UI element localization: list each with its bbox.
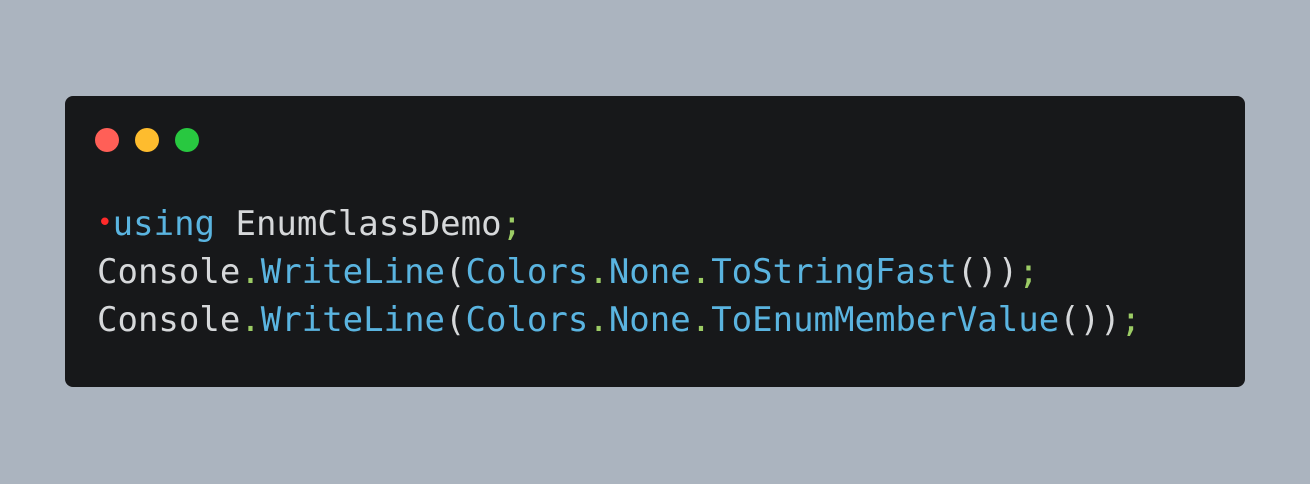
- code-token-punct: .: [588, 252, 609, 292]
- code-token-method: Colors: [465, 300, 589, 340]
- close-dot-icon[interactable]: [95, 128, 119, 152]
- code-token-text: ()): [956, 252, 1019, 292]
- code-block: •using EnumClassDemo; Console.WriteLine(C…: [97, 200, 1141, 344]
- code-token-punct: .: [240, 252, 261, 292]
- code-token-punct: ;: [1018, 252, 1039, 292]
- code-token-punct: .: [588, 300, 609, 340]
- code-token-method: WriteLine: [260, 252, 446, 292]
- code-line: Console.WriteLine(Colors.None.ToStringFa…: [97, 248, 1141, 296]
- code-token-punct: .: [240, 300, 261, 340]
- code-token-punct: ;: [1120, 300, 1142, 340]
- code-token-method: WriteLine: [260, 300, 446, 340]
- code-line: Console.WriteLine(Colors.None.ToEnumMemb…: [97, 296, 1141, 344]
- code-window: •using EnumClassDemo; Console.WriteLine(C…: [65, 96, 1245, 387]
- code-token-punct: .: [690, 252, 712, 292]
- code-line: •using EnumClassDemo;: [97, 200, 1141, 248]
- code-token-text: (: [445, 300, 466, 340]
- code-token-method: None: [608, 252, 691, 292]
- window-controls: [95, 128, 199, 152]
- code-token-punct: ;: [501, 204, 523, 244]
- minimize-dot-icon[interactable]: [135, 128, 159, 152]
- code-token-method: None: [608, 300, 691, 340]
- code-token-punct: .: [690, 300, 712, 340]
- code-token-keyword: using: [112, 204, 216, 244]
- code-token-method: ToEnumMemberValue: [711, 300, 1060, 340]
- code-token-text: (: [445, 252, 466, 292]
- code-token-method: Colors: [465, 252, 589, 292]
- code-token-text: ()): [1059, 300, 1121, 340]
- code-token-method: ToStringFast: [711, 252, 957, 292]
- code-token-text: Console: [97, 252, 241, 292]
- code-token-text: EnumClassDemo: [215, 204, 502, 244]
- maximize-dot-icon[interactable]: [175, 128, 199, 152]
- code-token-text: Console: [97, 300, 241, 340]
- breakpoint-dot-icon: •: [97, 208, 113, 238]
